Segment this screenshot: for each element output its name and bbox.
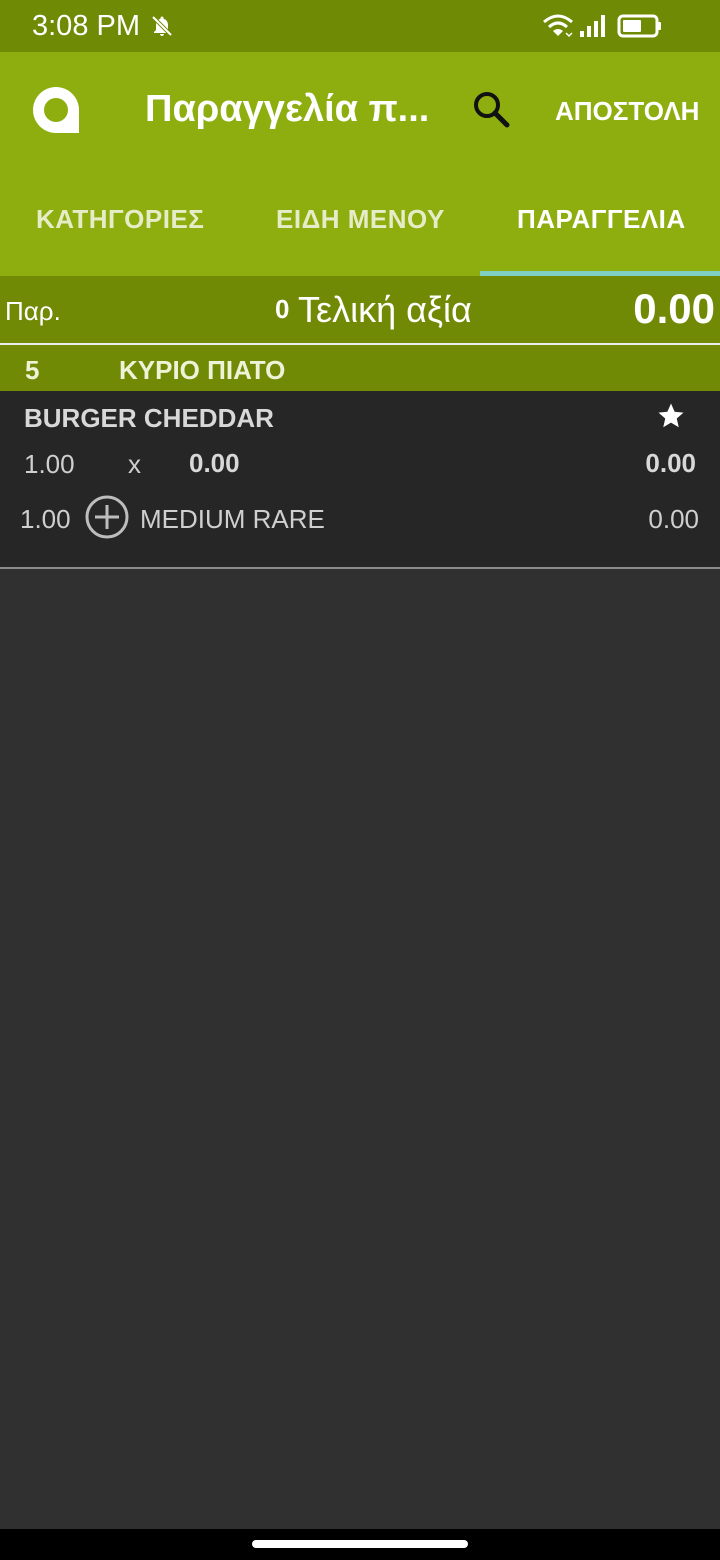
battery-icon <box>617 14 661 38</box>
modifier-name: MEDIUM RARE <box>140 504 325 534</box>
category-header[interactable]: 5 ΚΥΡΙΟ ΠΙΑΤΟ <box>0 345 720 391</box>
home-handle[interactable] <box>252 1540 468 1548</box>
status-time: 3:08 PM <box>32 10 140 42</box>
item-line-total: 0.00 <box>645 448 696 478</box>
order-item[interactable]: BURGER CHEDDAR 1.00 x 0.00 0.00 1.00 MED… <box>0 391 720 567</box>
modifier-price: 0.00 <box>648 504 699 534</box>
app-bar: Παραγγελία π... ΑΠΟΣΤΟΛΗ ΚΑΤΗΓΟΡΙΕΣ ΕΙΔΗ… <box>0 52 720 276</box>
tab-order[interactable]: ΠΑΡΑΓΓΕΛΙΑ <box>517 204 686 235</box>
total-label: Τελική αξία <box>298 289 472 330</box>
search-icon[interactable] <box>470 88 512 130</box>
order-list-empty-area <box>0 569 720 1529</box>
tab-menu-items[interactable]: ΕΙΔΗ ΜΕΝΟΥ <box>276 204 445 235</box>
item-name: BURGER CHEDDAR <box>24 403 274 433</box>
signal-icon <box>580 15 605 37</box>
times-sign: x <box>128 449 141 479</box>
wifi-icon <box>543 14 573 38</box>
item-unit-price: 0.00 <box>189 448 240 478</box>
total-value: 0.00 <box>633 285 715 332</box>
app-logo-icon[interactable] <box>30 84 82 134</box>
order-count: 0 <box>275 294 290 324</box>
order-summary: Παρ. 0 Τελική αξία 0.00 <box>0 276 720 343</box>
page-title: Παραγγελία π... <box>145 88 430 130</box>
star-icon[interactable] <box>656 401 686 431</box>
item-quantity: 1.00 <box>24 449 75 479</box>
send-button[interactable]: ΑΠΟΣΤΟΛΗ <box>555 96 699 127</box>
category-name: ΚΥΡΙΟ ΠΙΑΤΟ <box>119 355 286 385</box>
modifier-quantity: 1.00 <box>20 504 71 534</box>
status-bar: 3:08 PM <box>0 0 720 52</box>
add-circle-icon[interactable] <box>84 494 130 540</box>
order-label: Παρ. <box>5 296 61 326</box>
category-number: 5 <box>25 355 40 385</box>
tab-categories[interactable]: ΚΑΤΗΓΟΡΙΕΣ <box>36 204 204 235</box>
bell-off-icon <box>151 15 173 37</box>
